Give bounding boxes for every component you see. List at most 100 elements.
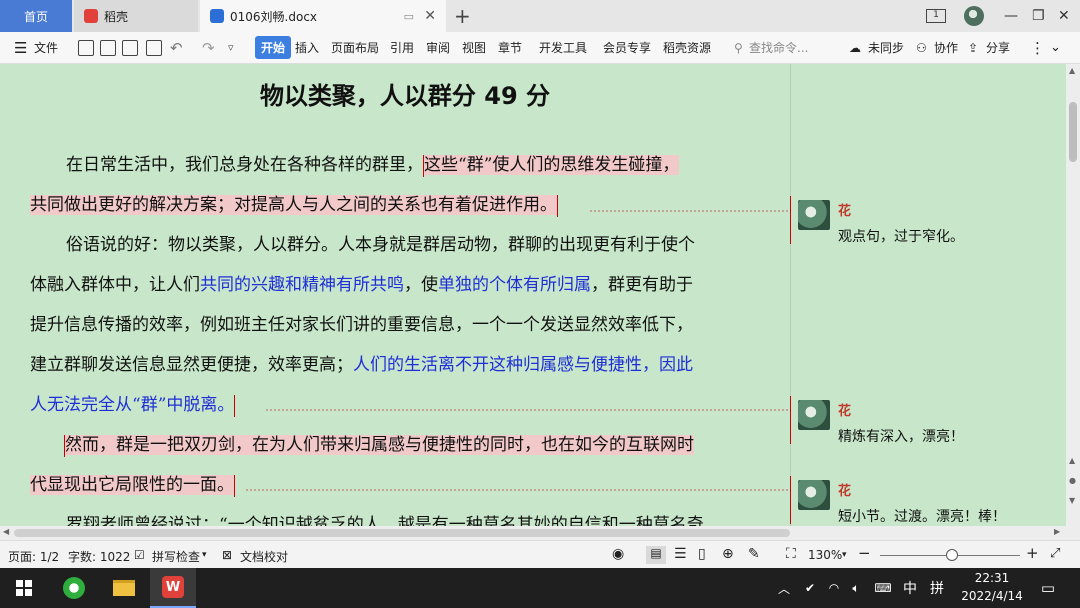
select-browse-icon[interactable]: ● (1069, 476, 1076, 485)
spell-dropdown-icon[interactable]: ▾ (202, 550, 207, 560)
comment-text: 精炼有深入，漂亮！ (838, 429, 964, 445)
spell-check-button[interactable]: 拼写检查 (152, 548, 200, 565)
outline-view-icon[interactable]: ☰ (674, 546, 687, 562)
command-search-input[interactable]: 查找命令... (749, 39, 808, 56)
scroll-left-icon[interactable]: ◀ (3, 527, 9, 536)
tab-review[interactable]: 审阅 (426, 39, 450, 56)
comment-marker (790, 396, 791, 444)
tab-document[interactable]: 0106刘畅.docx ▭ ✕ (200, 0, 446, 32)
float-window-icon[interactable]: ▭ (404, 10, 414, 23)
word-doc-icon (210, 9, 224, 23)
zoom-dropdown-icon[interactable]: ▾ (842, 550, 847, 560)
horizontal-scrollbar[interactable]: ◀ ▶ (0, 526, 1080, 540)
tab-member[interactable]: 会员专享 (603, 39, 651, 56)
print-preview-icon[interactable] (146, 40, 162, 56)
blue-text: 人们的生活离不开这种归属感与便捷性，因此 (353, 355, 693, 375)
tab-page-layout[interactable]: 页面布局 (331, 39, 379, 56)
comment-anchor-end (234, 394, 236, 417)
scroll-up-icon[interactable]: ▲ (1069, 66, 1075, 75)
comment-anchor-end (557, 194, 558, 217)
volume-icon[interactable]: 🔈︎ (846, 568, 866, 608)
word-count[interactable]: 字数: 1022 (68, 548, 130, 565)
eye-protection-icon[interactable]: ◉ (612, 546, 624, 562)
print-icon[interactable] (122, 40, 138, 56)
tab-daoke[interactable]: 稻壳 (74, 0, 198, 32)
p2-line4: 建立群聊发送信息显然更便捷，效率更高；人们的生活离不开这种归属感与便捷性，因此 (30, 350, 693, 375)
comment-text: 观点句，过于窄化。 (838, 229, 964, 245)
more-options-icon[interactable]: ⋮ (1030, 39, 1045, 57)
tab-daoke-resources[interactable]: 稻壳资源 (663, 39, 711, 56)
tab-references[interactable]: 引用 (390, 39, 414, 56)
share-button[interactable]: 分享 (986, 39, 1010, 56)
minimize-icon[interactable]: — (1004, 0, 1018, 32)
fullscreen-icon[interactable]: ⤢ (1050, 546, 1060, 561)
horizontal-scroll-thumb[interactable] (14, 529, 790, 537)
tab-start[interactable]: 开始 (255, 36, 292, 59)
page-view-icon[interactable]: ▤ (646, 546, 666, 564)
tab-developer[interactable]: 开发工具 (539, 39, 587, 56)
ime-language[interactable]: 中 (900, 568, 920, 608)
status-bar: 页面: 1/2 字数: 1022 ☑ 拼写检查 ▾ ⊠ 文档校对 ◉ ▤ ☰ ▯… (0, 540, 1080, 568)
scroll-right-icon[interactable]: ▶ (1054, 527, 1060, 536)
page-indicator[interactable]: 页面: 1/2 (8, 548, 59, 565)
wps-taskbar-icon[interactable]: W (150, 568, 196, 608)
file-explorer-icon[interactable] (100, 568, 148, 608)
blue-text: 单独的个体有所归属 (438, 275, 591, 295)
document-title: 物以类聚，人以群分 49 分 (259, 82, 551, 110)
proofread-button[interactable]: 文档校对 (240, 548, 288, 565)
collapse-ribbon-icon[interactable]: ⌄ (1050, 40, 1061, 55)
save-icon[interactable] (78, 40, 94, 56)
export-pdf-icon[interactable] (100, 40, 116, 56)
p3-line1: 然而，群是一把双刃剑，在为人们带来归属感与便捷性的同时，也在如今的互联网时 (64, 430, 694, 457)
window-layout-icon[interactable]: 1 (926, 0, 946, 32)
undo-icon[interactable]: ↶ (170, 39, 183, 57)
zoom-in-icon[interactable]: + (1026, 544, 1039, 562)
avatar (798, 200, 830, 230)
wifi-icon[interactable]: ◠ (824, 568, 844, 608)
p2-line2-text: 体融入群体中，让人们 (30, 275, 200, 295)
web-view-icon[interactable]: ⊕ (722, 546, 734, 562)
fit-page-icon[interactable]: ⛶ (786, 546, 796, 562)
close-tab-icon[interactable]: ✕ (424, 8, 436, 24)
p2-line2: 体融入群体中，让人们共同的兴趣和精神有所共鸣，使单独的个体有所归属，群更有助于 (30, 270, 693, 295)
tab-insert[interactable]: 插入 (295, 39, 319, 56)
p2-line2-text: ，使 (404, 275, 438, 295)
file-menu[interactable]: 文件 (34, 39, 58, 56)
clock-time[interactable]: 22:31 (952, 571, 1032, 585)
tab-view[interactable]: 视图 (462, 39, 486, 56)
tab-daoke-label: 稻壳 (104, 9, 129, 24)
restore-icon[interactable]: ❐ (1032, 0, 1045, 32)
document-page[interactable]: 物以类聚，人以群分 49 分 在日常生活中，我们总身处在各种各样的群里，这些“群… (0, 64, 790, 526)
collab-button[interactable]: 协作 (934, 39, 958, 56)
tray-app-icon[interactable]: ✔ (800, 568, 820, 608)
next-page-icon[interactable]: ▼ (1069, 496, 1075, 505)
vertical-scroll-thumb[interactable] (1069, 102, 1077, 162)
tab-home[interactable]: 首页 (0, 0, 72, 32)
user-avatar[interactable] (964, 0, 984, 32)
write-mode-icon[interactable]: ✎ (748, 546, 760, 562)
keyboard-icon[interactable]: ⌨ (870, 568, 896, 608)
comments-sidebar (790, 64, 1066, 526)
zoom-out-icon[interactable]: − (858, 544, 871, 562)
notification-icon[interactable]: ▭ (1036, 568, 1060, 608)
p4-line1: 罗翔老师曾经说过：“一个知识越贫乏的人，越是有一种莫名其妙的自信和一种莫名奇 (66, 515, 704, 526)
windows-start-icon[interactable] (0, 568, 48, 608)
prev-page-icon[interactable]: ▲ (1069, 456, 1075, 465)
browser-taskbar-icon[interactable] (50, 568, 98, 608)
p1-line1-text: 在日常生活中，我们总身处在各种各样的群里， (66, 155, 423, 175)
redo-icon[interactable]: ↷ (202, 39, 215, 57)
new-tab-icon[interactable]: + (454, 4, 471, 28)
close-window-icon[interactable]: ✕ (1058, 0, 1070, 32)
clock-date[interactable]: 2022/4/14 (952, 589, 1032, 603)
quick-access-dropdown-icon[interactable]: ▿ (228, 41, 234, 54)
menu-icon[interactable]: ☰ (14, 39, 27, 57)
zoom-slider-thumb[interactable] (946, 549, 958, 561)
reading-view-icon[interactable]: ▯ (698, 546, 706, 562)
p1-line2: 共同做出更好的解决方案；对提高人与人之间的关系也有着促进作用。 (30, 190, 558, 217)
zoom-level[interactable]: 130% (808, 548, 842, 562)
vertical-scrollbar[interactable]: ▲ ▲ ● ▼ (1066, 64, 1080, 526)
show-hidden-icons[interactable]: ︿ (776, 568, 792, 608)
sync-status[interactable]: 未同步 (868, 39, 904, 56)
ime-mode[interactable]: 拼 (926, 568, 948, 608)
tab-chapter[interactable]: 章节 (498, 39, 522, 56)
